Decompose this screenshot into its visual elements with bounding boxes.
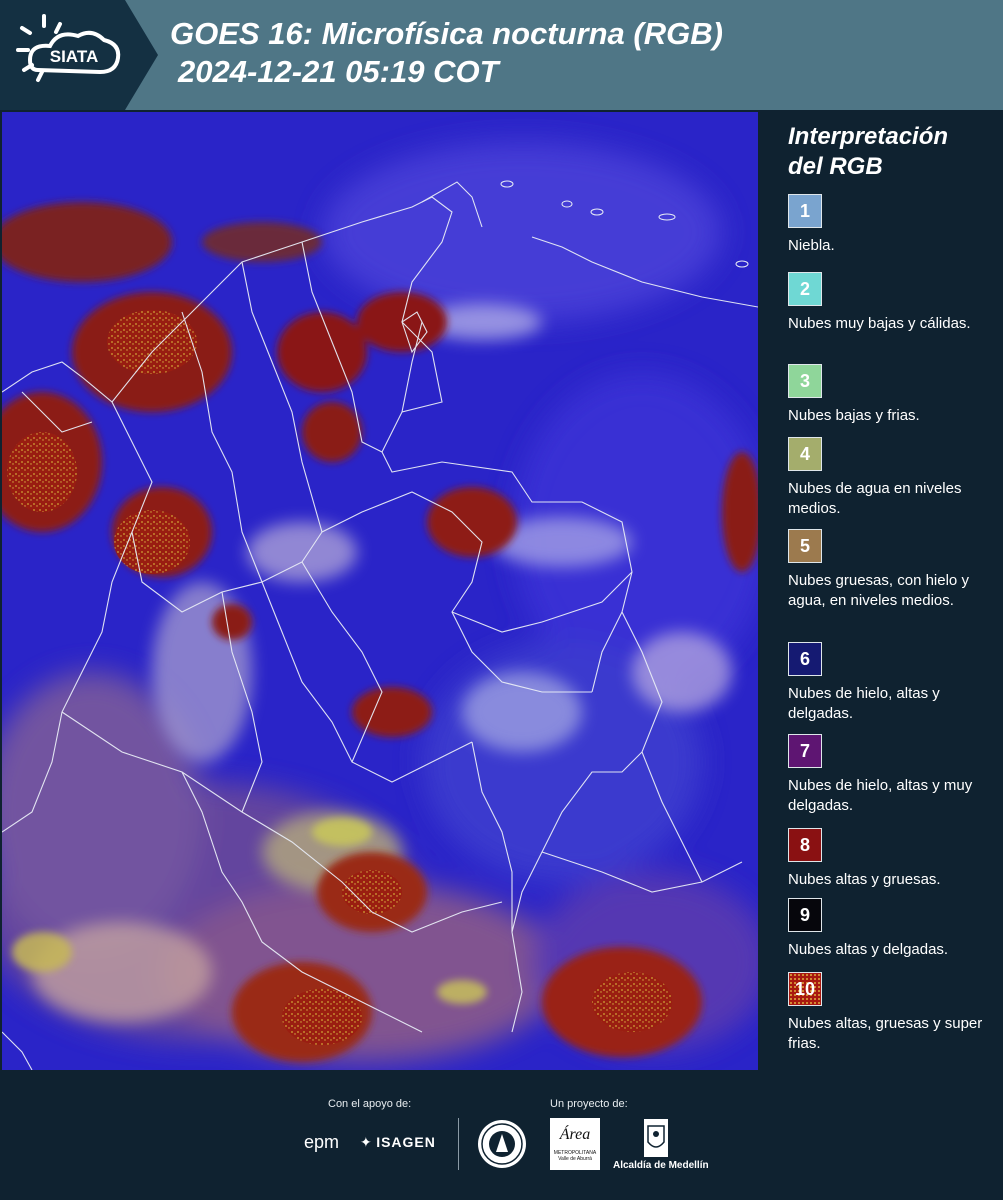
legend-item-8: 8 Nubes altas y gruesas. xyxy=(788,828,993,890)
legend-label: Nubes gruesas, con hielo y agua, en nive… xyxy=(788,572,969,609)
isagen-mark-icon: ✦ xyxy=(360,1134,372,1150)
footer-divider xyxy=(458,1118,459,1170)
isagen-logo: ✦ ISAGEN xyxy=(360,1134,436,1152)
university-seal-icon xyxy=(476,1118,528,1170)
timestamp: 2024-12-21 05:19 COT xyxy=(178,54,499,89)
legend-swatch: 4 xyxy=(788,437,822,471)
legend-label: Nubes altas y delgadas. xyxy=(788,941,949,958)
legend-swatch: 8 xyxy=(788,828,822,862)
legend-swatch: 2 xyxy=(788,272,822,306)
medellin-coat-of-arms-icon xyxy=(643,1118,669,1158)
support-label: Con el apoyo de: xyxy=(328,1098,412,1110)
legend-item-9: 9 Nubes altas y delgadas. xyxy=(788,898,993,960)
legend-label: Nubes altas, gruesas y super frias. xyxy=(788,1015,983,1052)
legend-label: Nubes de hielo, altas y muy delgadas. xyxy=(788,777,973,814)
legend-title: Interpretación del RGB xyxy=(788,123,949,180)
footer: Con el apoyo de: Un proyecto de: epm ✦ I… xyxy=(0,1070,1003,1200)
area-logo-main: Área xyxy=(559,1126,591,1143)
area-logo-sub2: Valle de Aburrá xyxy=(558,1156,592,1162)
legend-panel: Interpretación del RGB 1 Niebla. 2 Nubes… xyxy=(760,112,1003,1070)
siata-logo: SIATA xyxy=(0,0,158,110)
epm-logo: epm xyxy=(304,1132,340,1152)
alcaldia-text: Alcaldía de Medellín xyxy=(613,1160,709,1171)
legend-swatch: 6 xyxy=(788,642,822,676)
area-metropolitana-logo: Área METROPOLITANA Valle de Aburrá xyxy=(550,1118,600,1170)
legend-swatch: 7 xyxy=(788,734,822,768)
project-label: Un proyecto de: xyxy=(550,1098,628,1110)
legend-item-2: 2 Nubes muy bajas y cálidas. xyxy=(788,272,993,334)
legend-swatch: 1 xyxy=(788,194,822,228)
legend-item-6: 6 Nubes de hielo, altas y delgadas. xyxy=(788,642,993,724)
satellite-map xyxy=(2,112,758,1070)
legend-item-1: 1 Niebla. xyxy=(788,194,993,256)
legend-label: Nubes altas y gruesas. xyxy=(788,871,941,888)
legend-label: Nubes bajas y frias. xyxy=(788,407,920,424)
legend-label: Nubes de agua en niveles medios. xyxy=(788,480,962,517)
legend-item-10: 10 Nubes altas, gruesas y super frias. xyxy=(788,972,993,1054)
legend-item-5: 5 Nubes gruesas, con hielo y agua, en ni… xyxy=(788,529,993,611)
page-title: GOES 16: Microfísica nocturna (RGB) xyxy=(170,16,723,51)
legend-item-7: 7 Nubes de hielo, altas y muy delgadas. xyxy=(788,734,993,816)
legend-swatch: 3 xyxy=(788,364,822,398)
legend-item-3: 3 Nubes bajas y frias. xyxy=(788,364,993,426)
header-bar: SIATA GOES 16: Microfísica nocturna (RGB… xyxy=(0,0,1003,110)
satellite-image xyxy=(2,112,758,1070)
isagen-text: ISAGEN xyxy=(376,1134,436,1150)
logo-text: SIATA xyxy=(50,47,98,66)
legend-label: Nubes muy bajas y cálidas. xyxy=(788,315,971,332)
legend-swatch: 9 xyxy=(788,898,822,932)
legend-label: Niebla. xyxy=(788,237,835,254)
legend-label: Nubes de hielo, altas y delgadas. xyxy=(788,685,940,722)
legend-swatch: 10 xyxy=(788,972,822,1006)
legend-item-4: 4 Nubes de agua en niveles medios. xyxy=(788,437,993,519)
legend-swatch: 5 xyxy=(788,529,822,563)
